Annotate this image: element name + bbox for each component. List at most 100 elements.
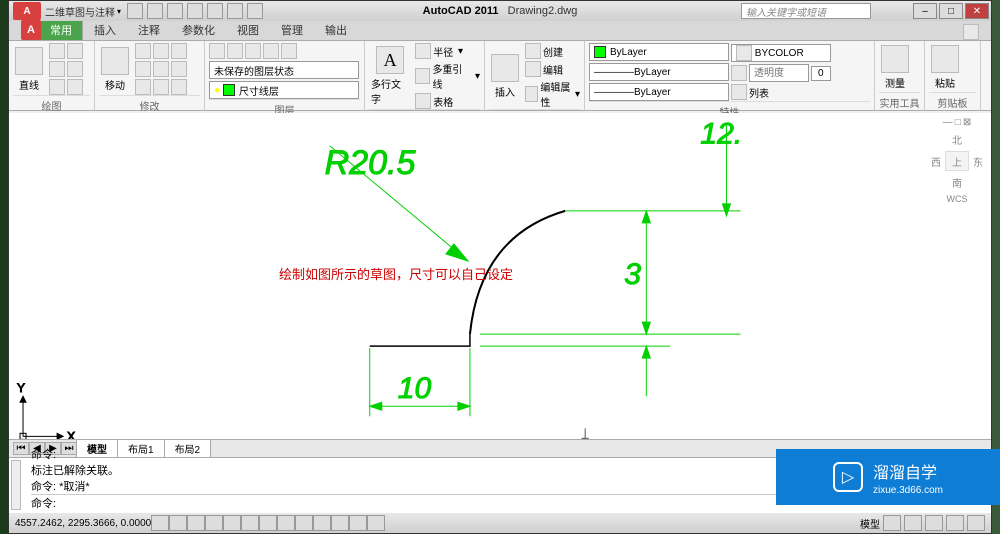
layout-first-icon[interactable]: ⏮: [13, 442, 29, 455]
layer-state-dropdown[interactable]: 未保存的图层状态: [209, 61, 359, 79]
maximize-button[interactable]: □: [939, 3, 963, 19]
status-icon-d[interactable]: [946, 515, 964, 531]
help-icon[interactable]: [963, 24, 979, 40]
line-icon: [15, 47, 43, 75]
circle-icon[interactable]: [67, 43, 83, 59]
layer-freeze-icon[interactable]: [245, 43, 261, 59]
scale-icon[interactable]: [153, 61, 169, 77]
fillet-icon[interactable]: [171, 61, 187, 77]
paste-icon: [931, 45, 959, 73]
coords-display: 4557.2462, 2295.3666, 0.0000: [15, 518, 151, 529]
status-icon-b[interactable]: [904, 515, 922, 531]
status-icon-c[interactable]: [925, 515, 943, 531]
ribbon-tabs: A 常用 插入 注释 参数化 视图 管理 输出: [9, 21, 991, 41]
viewcube[interactable]: —□⊠ 北 西 上 东 南 WCS: [931, 117, 983, 204]
minimize-button[interactable]: –: [913, 3, 937, 19]
workspace-dropdown[interactable]: 二维草图与注释: [45, 4, 115, 19]
drawing-canvas[interactable]: R20.5 12. 3: [9, 113, 991, 449]
tpy-toggle[interactable]: [331, 515, 349, 531]
ducs-toggle[interactable]: [277, 515, 295, 531]
layer-off-icon[interactable]: [227, 43, 243, 59]
stretch-icon[interactable]: [135, 79, 151, 95]
mirror-icon[interactable]: [135, 61, 151, 77]
close-button[interactable]: ✕: [965, 3, 989, 19]
line-button[interactable]: 直线: [13, 45, 45, 94]
status-icon-a[interactable]: [883, 515, 901, 531]
plot-icon[interactable]: [207, 3, 223, 19]
saveas-icon[interactable]: [187, 3, 203, 19]
block-attr-icon[interactable]: [525, 86, 538, 102]
save-icon[interactable]: [167, 3, 183, 19]
canvas-note: 绘制如图所示的草图，尺寸可以自己设定: [279, 264, 513, 283]
block-edit-icon[interactable]: [525, 61, 541, 77]
measure-button[interactable]: 测量: [879, 43, 911, 92]
snap-toggle[interactable]: [151, 515, 169, 531]
layer-dropdown[interactable]: ● 尺寸线层: [209, 81, 359, 99]
app-logo-button[interactable]: A: [21, 20, 41, 40]
trim-icon[interactable]: [171, 43, 187, 59]
mleader-icon[interactable]: [415, 68, 430, 84]
block-create-icon[interactable]: [525, 43, 541, 59]
measure-icon: [881, 45, 909, 73]
undo-icon[interactable]: [227, 3, 243, 19]
otrack-toggle[interactable]: [259, 515, 277, 531]
linetype-dropdown[interactable]: ———— ByLayer: [589, 83, 729, 101]
sc-toggle[interactable]: [367, 515, 385, 531]
ortho-toggle[interactable]: [187, 515, 205, 531]
tab-parametric[interactable]: 参数化: [171, 19, 226, 40]
layer-lock-icon[interactable]: [263, 43, 279, 59]
rotate-icon[interactable]: [153, 43, 169, 59]
ucs-y: Y: [17, 381, 25, 395]
command-handle[interactable]: [11, 460, 21, 510]
transparency-icon[interactable]: [731, 65, 747, 81]
search-input[interactable]: 输入关键字或短语: [741, 3, 871, 19]
app-menu-button[interactable]: A: [13, 2, 41, 20]
arc-icon[interactable]: [49, 61, 65, 77]
grid-toggle[interactable]: [169, 515, 187, 531]
ribbon: 直线 绘图 移动: [9, 41, 991, 111]
lineweight-dropdown[interactable]: ———— ByLayer: [589, 63, 729, 81]
tab-manage[interactable]: 管理: [270, 19, 314, 40]
dim-radius-icon[interactable]: [415, 43, 431, 59]
model-paper-toggle[interactable]: 模型: [860, 516, 880, 531]
move-button[interactable]: 移动: [99, 45, 131, 94]
array-icon[interactable]: [153, 79, 169, 95]
transparency-input[interactable]: [749, 64, 809, 82]
new-icon[interactable]: [127, 3, 143, 19]
window-title: AutoCAD 2011 Drawing2.dwg: [423, 5, 578, 17]
tab-output[interactable]: 输出: [314, 19, 358, 40]
tab-home[interactable]: 常用: [39, 19, 83, 40]
osnap-toggle[interactable]: [223, 515, 241, 531]
layer-props-icon[interactable]: [209, 43, 225, 59]
plotstyle-dropdown[interactable]: BYCOLOR: [731, 44, 831, 62]
insert-icon: [491, 54, 519, 82]
layer-more-icon[interactable]: [281, 43, 297, 59]
insert-button[interactable]: 插入: [489, 52, 521, 101]
tab-annotate[interactable]: 注释: [127, 19, 171, 40]
hatch-icon[interactable]: [49, 79, 65, 95]
3dosnap-toggle[interactable]: [241, 515, 259, 531]
color-dropdown[interactable]: ByLayer: [589, 43, 729, 61]
dyn-toggle[interactable]: [295, 515, 313, 531]
tab-view[interactable]: 视图: [226, 19, 270, 40]
list-icon[interactable]: [731, 84, 747, 100]
paste-button[interactable]: 粘贴: [929, 43, 961, 92]
copy-icon[interactable]: [135, 43, 151, 59]
mtext-button[interactable]: A 多行文字: [369, 44, 411, 108]
polar-toggle[interactable]: [205, 515, 223, 531]
status-toggles: [151, 515, 385, 531]
polyline-icon[interactable]: [49, 43, 65, 59]
qp-toggle[interactable]: [349, 515, 367, 531]
dim-10: 10: [398, 372, 432, 405]
status-icon-e[interactable]: [967, 515, 985, 531]
statusbar: 4557.2462, 2295.3666, 0.0000 模型: [9, 513, 991, 533]
quick-access-toolbar: [127, 3, 263, 19]
redo-icon[interactable]: [247, 3, 263, 19]
rect-icon[interactable]: [67, 61, 83, 77]
ellipse-icon[interactable]: [67, 79, 83, 95]
tab-insert[interactable]: 插入: [83, 19, 127, 40]
explode-icon[interactable]: [171, 79, 187, 95]
lwt-toggle[interactable]: [313, 515, 331, 531]
table-icon[interactable]: [415, 93, 431, 109]
open-icon[interactable]: [147, 3, 163, 19]
